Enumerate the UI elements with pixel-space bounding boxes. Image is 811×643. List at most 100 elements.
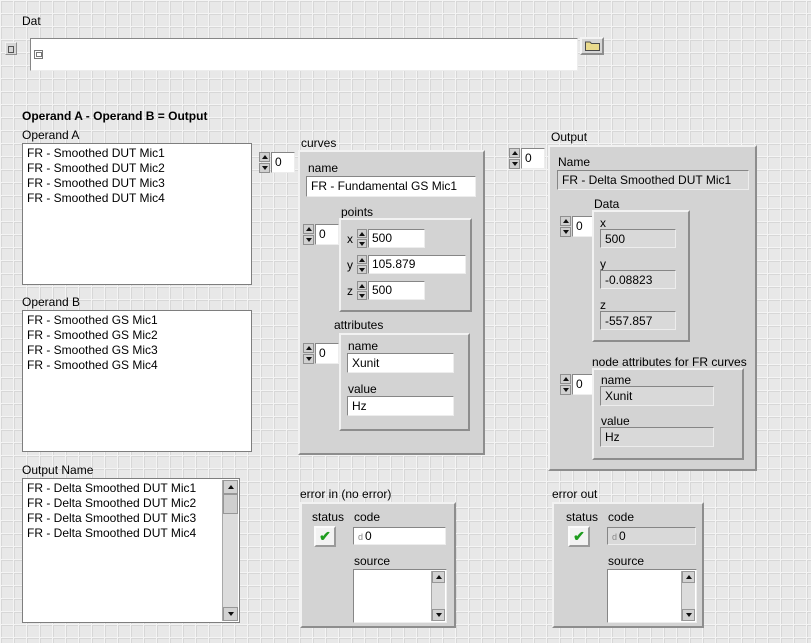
arrow-down-icon [563,230,569,234]
list-item[interactable]: FR - Delta Smoothed DUT Mic1 [23,481,223,496]
arrow-up-icon [306,227,312,231]
x-value-field[interactable]: 500 [368,229,425,248]
curves-index-control[interactable]: 0 [259,152,295,173]
increment-button[interactable] [509,148,520,158]
increment-button[interactable] [357,229,367,238]
points-index-control[interactable]: 0 [303,224,339,245]
increment-button[interactable] [357,255,367,264]
y-value-field[interactable]: 105.879 [368,255,466,274]
y-label: y [600,257,606,271]
attribute-value-label: value [601,414,630,428]
decrement-button[interactable] [509,159,520,169]
attributes-index-value[interactable]: 0 [315,343,339,364]
x-label: x [347,232,357,246]
vertical-scrollbar[interactable] [431,571,445,621]
z-value-field[interactable]: 500 [368,281,425,300]
list-item[interactable]: FR - Smoothed GS Mic3 [23,343,251,358]
source-label: source [608,554,644,568]
attribute-value-field[interactable]: Hz [347,396,454,416]
error-in-status-boolean[interactable]: ✔ [314,526,336,547]
path-input[interactable] [30,38,578,71]
attribute-name-field[interactable]: Xunit [347,353,454,373]
arrow-up-icon [563,377,569,381]
output-name-listbox[interactable]: FR - Delta Smoothed DUT Mic1 FR - Delta … [22,478,240,623]
error-in-label: error in (no error) [300,487,391,501]
increment-button[interactable] [259,152,270,162]
vertical-scrollbar[interactable] [222,480,238,621]
scroll-down-button[interactable] [223,607,238,621]
arrow-up-icon [359,232,365,236]
arrow-down-icon [228,612,234,616]
curve-name-field[interactable]: FR - Fundamental GS Mic1 [306,176,476,197]
list-item[interactable]: FR - Smoothed DUT Mic2 [23,161,251,176]
points-index-value[interactable]: 0 [315,224,339,245]
decrement-button[interactable] [303,354,314,364]
increment-button[interactable] [303,343,314,353]
list-item[interactable]: FR - Delta Smoothed DUT Mic3 [23,511,223,526]
scroll-track[interactable] [432,583,445,609]
decrement-button[interactable] [357,265,367,274]
scroll-down-button[interactable] [432,609,445,621]
output-index-control[interactable]: 0 [509,148,545,169]
decrement-button[interactable] [560,227,571,237]
arrow-up-icon [512,151,518,155]
list-item[interactable]: FR - Delta Smoothed DUT Mic4 [23,526,223,541]
node-attributes-cluster: name Xunit value Hz [592,368,744,460]
operand-a-listbox[interactable]: FR - Smoothed DUT Mic1 FR - Smoothed DUT… [22,143,252,285]
increment-button[interactable] [303,224,314,234]
scroll-up-button[interactable] [432,571,445,583]
increment-button[interactable] [357,281,367,290]
increment-button[interactable] [560,374,571,384]
error-in-source-field[interactable] [353,569,447,623]
list-item[interactable]: FR - Smoothed DUT Mic3 [23,176,251,191]
arrow-down-icon [306,238,312,242]
scroll-down-button[interactable] [682,609,695,621]
scroll-track[interactable] [682,583,695,609]
data-index-control[interactable]: 0 [560,216,596,237]
output-cluster: Name FR - Delta Smoothed DUT Mic1 Data 0… [548,145,757,471]
data-cluster: x 500 y -0.08823 z -557.857 [592,210,690,342]
scroll-up-button[interactable] [223,480,238,494]
output-name-label: Output Name [22,463,93,477]
source-label: source [354,554,390,568]
error-out-status-boolean: ✔ [568,526,590,547]
decrement-button[interactable] [259,163,270,173]
scroll-track[interactable] [223,494,238,607]
list-item[interactable]: FR - Smoothed DUT Mic1 [23,146,251,161]
arrow-down-icon [512,162,518,166]
scroll-thumb[interactable] [223,494,238,514]
error-in-code-field[interactable]: d0 [353,527,446,545]
radix-indicator: d [358,532,363,542]
list-item[interactable]: FR - Smoothed GS Mic1 [23,313,251,328]
vertical-scrollbar[interactable] [681,571,695,621]
list-item[interactable]: FR - Smoothed DUT Mic4 [23,191,251,206]
arrow-up-icon [228,485,234,489]
heading: Operand A - Operand B = Output [22,109,207,123]
list-item[interactable]: FR - Smoothed GS Mic2 [23,328,251,343]
decrement-button[interactable] [303,235,314,245]
attribute-name-label: name [348,339,378,353]
output-index-value[interactable]: 0 [521,148,545,169]
code-value: 0 [619,529,626,543]
path-glyph-icon [8,46,14,53]
attribute-name-label: name [601,373,631,387]
operand-b-listbox[interactable]: FR - Smoothed GS Mic1 FR - Smoothed GS M… [22,310,252,452]
scroll-up-button[interactable] [682,571,695,583]
decrement-button[interactable] [357,239,367,248]
arrow-up-icon [262,155,268,159]
list-item[interactable]: FR - Smoothed GS Mic4 [23,358,251,373]
node-attributes-index-control[interactable]: 0 [560,374,596,395]
arrow-up-icon [686,575,692,579]
list-item[interactable]: FR - Delta Smoothed DUT Mic2 [23,496,223,511]
increment-button[interactable] [560,216,571,226]
status-label: status [566,510,598,524]
code-label: code [354,510,380,524]
attributes-index-control[interactable]: 0 [303,343,339,364]
output-name-field: FR - Delta Smoothed DUT Mic1 [557,170,749,190]
arrow-down-icon [686,613,692,617]
z-label: z [347,284,357,298]
decrement-button[interactable] [560,385,571,395]
decrement-button[interactable] [357,291,367,300]
browse-button[interactable] [580,37,604,55]
curves-index-value[interactable]: 0 [271,152,295,173]
